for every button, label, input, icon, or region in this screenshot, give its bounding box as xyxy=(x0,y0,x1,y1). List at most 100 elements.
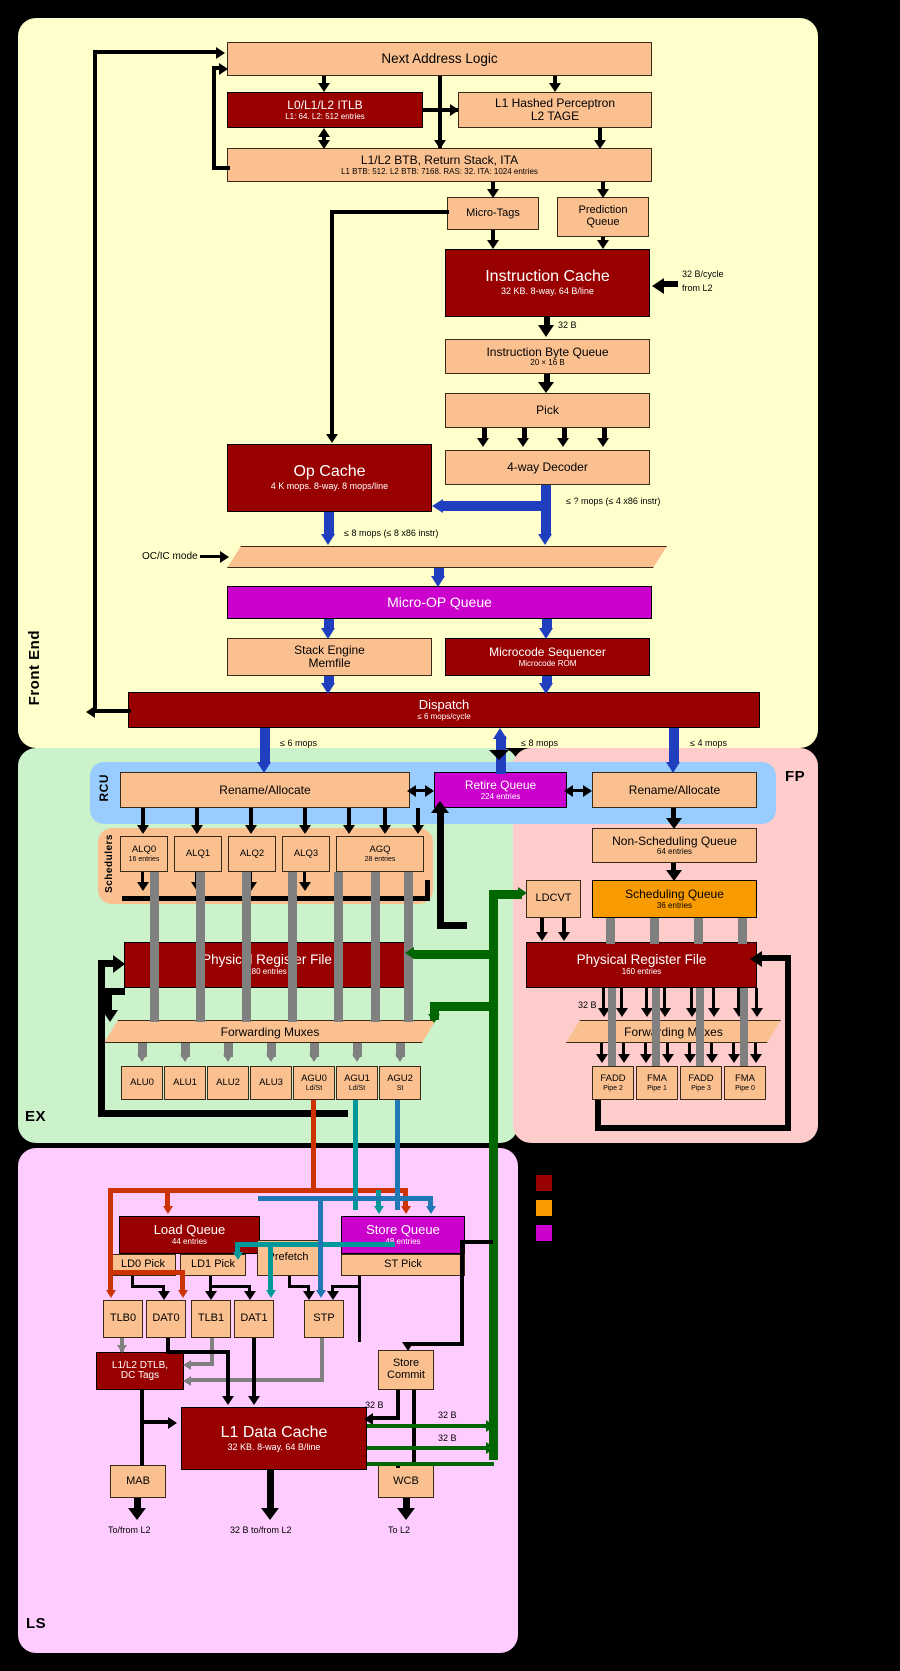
arrow-rn-agq2 xyxy=(379,825,391,834)
conn-sched-bus-right xyxy=(425,880,430,901)
scheduler-alq1[interactable]: ALQ1 xyxy=(174,836,222,872)
block-subtitle: L1: 64. L2: 512 entries xyxy=(285,111,365,121)
block-btb[interactable]: L1/L2 BTB, Return Stack, ITA L1 BTB: 512… xyxy=(227,148,652,182)
arrow-pick-dec-4 xyxy=(597,438,609,447)
arrow-fpfwd-u7 xyxy=(728,1054,740,1063)
mux-forwarding-int[interactable]: Forwarding Muxes xyxy=(104,1020,436,1043)
unit-fadd-pipe2[interactable]: FADD Pipe 2 xyxy=(592,1066,634,1100)
mux-forwarding-fp[interactable]: Forwarding Muxes xyxy=(566,1020,781,1043)
block-microcode-sequencer[interactable]: Microcode Sequencer Microcode ROM xyxy=(445,638,650,676)
unit-alu2[interactable]: ALU2 xyxy=(207,1066,249,1100)
unit-fma-pipe0[interactable]: FMA Pipe 0 xyxy=(724,1066,766,1100)
block-wcb[interactable]: WCB xyxy=(378,1465,434,1498)
block-stack-engine[interactable]: Stack Engine Memfile xyxy=(227,638,432,676)
arrow-perceptron-btb xyxy=(594,140,606,149)
block-ldcvt[interactable]: LDCVT xyxy=(526,880,581,918)
block-rename-allocate-fp[interactable]: Rename/Allocate xyxy=(592,772,757,808)
block-l1-hashed-perceptron[interactable]: L1 Hashed Perceptron L2 TAGE xyxy=(458,92,652,128)
label-wcb-to-l2: To L2 xyxy=(388,1525,411,1535)
mux-oc-ic-mode[interactable] xyxy=(227,546,667,568)
arrow-dc-l2 xyxy=(261,1508,279,1520)
block-micro-tags[interactable]: Micro-Tags xyxy=(447,197,539,230)
unit-agu2[interactable]: AGU2 St xyxy=(379,1066,421,1100)
conn-btb-feedback-h1 xyxy=(212,166,230,170)
block-store-commit[interactable]: Store Commit xyxy=(378,1350,434,1390)
block-mab[interactable]: MAB xyxy=(110,1465,166,1498)
scheduler-alq3[interactable]: ALQ3 xyxy=(282,836,330,872)
block-non-scheduling-queue[interactable]: Non-Scheduling Queue 64 entries xyxy=(592,828,757,863)
conn-fp-wb-h-bottom xyxy=(595,1125,791,1131)
block-instruction-cache[interactable]: Instruction Cache 32 KB. 8-way. 64 B/lin… xyxy=(445,249,650,317)
scheduler-alq0[interactable]: ALQ0 16 entries xyxy=(120,836,168,872)
scheduler-agq[interactable]: AGQ 28 entries xyxy=(336,836,424,872)
arrow-fpfwd-u8 xyxy=(750,1054,762,1063)
block-title: ST Pick xyxy=(384,1258,422,1271)
conn-dtlb-dc-v xyxy=(140,1390,144,1422)
region-label-fp: FP xyxy=(785,768,806,785)
unit-fadd-pipe3[interactable]: FADD Pipe 3 xyxy=(680,1066,722,1100)
block-tlb1[interactable]: TLB1 xyxy=(191,1300,231,1338)
block-title: ALU3 xyxy=(259,1077,283,1089)
block-title: Rename/Allocate xyxy=(628,782,721,797)
block-title: LD1 Pick xyxy=(190,1258,236,1271)
scheduler-alq2[interactable]: ALQ2 xyxy=(228,836,276,872)
block-dispatch[interactable]: Dispatch ≤ 6 mops/cycle xyxy=(128,692,760,728)
block-4way-decoder[interactable]: 4-way Decoder xyxy=(445,450,650,485)
block-dat1[interactable]: DAT1 xyxy=(234,1300,274,1338)
block-itlb[interactable]: L0/L1/L2 ITLB L1: 64. L2: 512 entries xyxy=(227,92,423,128)
block-pick[interactable]: Pick xyxy=(445,393,650,428)
arrow-red-dat0 xyxy=(178,1290,188,1298)
bus-sq-prf-3 xyxy=(694,918,703,944)
label-oc-out: ≤ 8 mops (≤ 8 x86 instr) xyxy=(344,528,439,538)
arrow-fwd-agu1 xyxy=(352,1054,362,1062)
arrow-dispatch-feedback xyxy=(86,706,95,718)
unit-agu0[interactable]: AGU0 Ld/St xyxy=(293,1066,335,1100)
conn-fp-wb-up xyxy=(595,1100,601,1128)
block-retire-queue[interactable]: Retire Queue 224 entries xyxy=(434,772,567,808)
arrow-fpfwd-u5 xyxy=(684,1054,696,1063)
block-prediction-queue[interactable]: Prediction Queue xyxy=(557,197,649,237)
block-micro-op-queue[interactable]: Micro-OP Queue xyxy=(227,586,652,619)
region-label-schedulers: Schedulers xyxy=(104,834,115,893)
block-tlb0[interactable]: TLB0 xyxy=(103,1300,143,1338)
label-dc-out-1: 32 B xyxy=(438,1410,457,1420)
label-store-commit-width: 32 B xyxy=(365,1400,384,1410)
unit-alu1[interactable]: ALU1 xyxy=(164,1066,206,1100)
block-title: TLB0 xyxy=(109,1312,137,1325)
arrow-dat0-dc xyxy=(222,1396,234,1405)
arrow-microtags-opcache xyxy=(326,434,338,443)
unit-alu3[interactable]: ALU3 xyxy=(250,1066,292,1100)
conn-green-intprf-h xyxy=(414,950,494,959)
block-next-address-logic[interactable]: Next Address Logic xyxy=(227,42,652,76)
arrow-rn-agq3 xyxy=(412,825,424,834)
arrow-tlb0-dtlb xyxy=(117,1345,127,1353)
arrow-rn-agq1 xyxy=(343,825,355,834)
conn-steel-h xyxy=(258,1196,433,1201)
block-rename-allocate-int[interactable]: Rename/Allocate xyxy=(120,772,410,808)
block-l1-l2-dtlb-dc-tags[interactable]: L1/L2 DTLB, DC Tags xyxy=(96,1352,184,1390)
block-l1-data-cache[interactable]: L1 Data Cache 32 KB. 8-way. 64 B/line xyxy=(181,1407,367,1470)
arrow-ldcvt-prf-1 xyxy=(536,932,548,941)
conn-nal-btb xyxy=(438,76,442,148)
unit-alu0[interactable]: ALU0 xyxy=(121,1066,163,1100)
block-st-pick[interactable]: ST Pick xyxy=(341,1254,465,1276)
arrow-microcode-dispatch xyxy=(539,683,553,694)
arrow-itlb-perceptron xyxy=(450,104,459,116)
arrow-fpfwd-u1 xyxy=(596,1054,608,1063)
block-instruction-byte-queue[interactable]: Instruction Byte Queue 20 × 16 B xyxy=(445,339,650,374)
block-op-cache[interactable]: Op Cache 4 K mops. 8-way. 8 mops/line xyxy=(227,444,432,512)
block-physical-register-file-int[interactable]: Physical Register File 180 entries xyxy=(124,942,410,988)
block-dat0[interactable]: DAT0 xyxy=(146,1300,186,1338)
label-dc-out-2: 32 B xyxy=(438,1433,457,1443)
block-physical-register-file-fp[interactable]: Physical Register File 160 entries xyxy=(526,942,757,988)
bus-fpprf-2 xyxy=(652,988,660,1066)
block-subtitle: 44 entries xyxy=(171,1237,208,1247)
unit-agu1[interactable]: AGU1 Ld/St xyxy=(336,1066,378,1100)
conn-stpick-storecommit xyxy=(358,1286,361,1342)
block-subtitle: 4 K mops. 8-way. 8 mops/line xyxy=(270,481,389,492)
unit-fma-pipe1[interactable]: FMA Pipe 1 xyxy=(636,1066,678,1100)
block-store-queue[interactable]: Store Queue 48 entries xyxy=(341,1216,465,1254)
block-scheduling-queue[interactable]: Scheduling Queue 36 entries xyxy=(592,880,757,918)
block-stp[interactable]: STP xyxy=(304,1300,344,1338)
block-subtitle: 64 entries xyxy=(656,847,693,857)
